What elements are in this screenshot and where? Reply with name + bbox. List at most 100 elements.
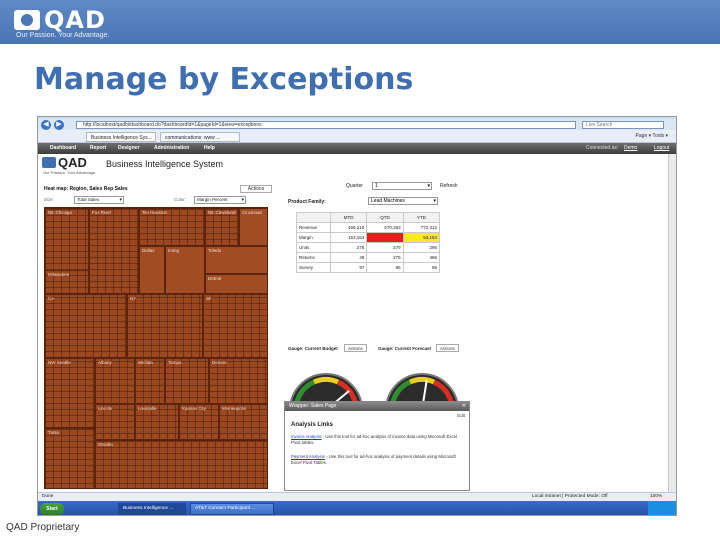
forecast-gauge-actions-button[interactable]: Actions: [436, 344, 459, 352]
slide: QAD Our Passion. Your Advantage. Manage …: [0, 0, 720, 540]
treemap-cell[interactable]: Cincinnati: [239, 208, 267, 246]
treemap-cell[interactable]: Denver: [209, 358, 267, 404]
kpi-grid-header-row: MTD QTD YTD: [296, 212, 441, 223]
address-input[interactable]: http://localhost/qadbi/dashboard.do?dash…: [76, 121, 576, 129]
treemap-cell-label: Cincinnati: [242, 210, 262, 215]
treemap-cell-label: Detroit: [208, 276, 222, 281]
forward-arrow-icon[interactable]: ▶: [54, 120, 64, 130]
back-arrow-icon[interactable]: ◀: [41, 120, 51, 130]
treemap-cell-label: Irving: [168, 248, 180, 253]
treemap-cell-label: Fox River: [92, 210, 112, 215]
menu-dashboard[interactable]: Dashboard: [50, 144, 76, 153]
start-button[interactable]: Start: [40, 503, 64, 515]
logout-link[interactable]: Logout: [654, 144, 669, 153]
treemap-cell[interactable]: Toledo: [205, 246, 267, 274]
invoice-analysis-link[interactable]: Invoice Analysis: [291, 434, 322, 439]
kpi-cell: 296: [402, 242, 441, 253]
treemap-cell[interactable]: CA: [45, 294, 127, 358]
menu-report[interactable]: Report: [90, 144, 106, 153]
search-input[interactable]: Live Search: [582, 121, 664, 129]
table-row: Margin 153,154 53,154: [296, 232, 441, 243]
kpi-exception-cell: [366, 232, 404, 243]
treemap-cell[interactable]: Tampa: [165, 358, 209, 404]
kpi-cell: 670,283: [366, 222, 404, 233]
treemap-cell-label: Wichita: [138, 360, 153, 365]
address-bar-row: ◀ ▶ http://localhost/qadbi/dashboard.do?…: [38, 119, 676, 130]
status-text: Done: [42, 494, 54, 499]
treemap-cell[interactable]: Albany: [95, 358, 135, 404]
color-select[interactable]: Margin Percent: [194, 196, 246, 204]
treemap-cell-label: CA: [48, 296, 55, 301]
payment-analysis-link[interactable]: Payment Analysis: [291, 454, 325, 459]
zoom-level[interactable]: 100%: [650, 494, 662, 499]
treemap-cell-label: Tulsa: [48, 430, 59, 435]
treemap-cell[interactable]: Wichita: [135, 358, 165, 404]
treemap-cell[interactable]: Dallas: [139, 246, 165, 294]
treemap-cell-label: Toledo: [208, 248, 222, 253]
taskbar-business-intelligence[interactable]: Business Intelligence ...: [118, 503, 186, 515]
treemap-cell[interactable]: Milwaukee: [45, 270, 89, 294]
browser-tools-menu[interactable]: Page ▾ Tools ▾: [636, 133, 668, 139]
tab-communications[interactable]: communications: www ...: [160, 132, 240, 142]
treemap-cell[interactable]: SF: [203, 294, 267, 358]
quarter-select[interactable]: 1: [372, 182, 432, 190]
taskbar-att-connect[interactable]: AT&T Connect Participant ...: [190, 503, 274, 515]
popup-edit-link[interactable]: Edit: [457, 413, 465, 418]
kpi-cell: 772,312: [402, 222, 441, 233]
vertical-scrollbar[interactable]: [668, 154, 676, 492]
security-zone-text: Local intranet | Protected Mode: Off: [532, 494, 608, 499]
treemap-cell[interactable]: Detroit: [205, 274, 267, 294]
treemap-cell-label: Tex Houston: [142, 210, 168, 215]
refresh-button[interactable]: Refresh: [440, 183, 458, 189]
analysis-links-heading: Analysis Links: [291, 422, 334, 428]
bi-tagline: Our Passion. Your Advantage.: [43, 170, 97, 175]
treemap-cell[interactable]: Fox River: [89, 208, 139, 294]
treemap-cell[interactable]: Lincoln: [95, 404, 135, 440]
treemap-cell-label: NW Seattle: [48, 360, 71, 365]
treemap-actions-button[interactable]: Actions: [240, 185, 272, 193]
kpi-cell: 276: [329, 242, 368, 253]
sales-page-popup: Wrapper: Sales Page ✕ Edit Analysis Link…: [284, 401, 470, 491]
menu-help[interactable]: Help: [204, 144, 215, 153]
treemap-cell[interactable]: Tulsa: [45, 428, 95, 488]
treemap-cell-label: Minneapolis: [222, 406, 247, 411]
treemap-cell[interactable]: Irving: [165, 246, 205, 294]
product-family-label: Product Family:: [288, 199, 326, 205]
user-link[interactable]: Demo: [624, 144, 637, 153]
menu-administration[interactable]: Administration: [154, 144, 189, 153]
embedded-screenshot: ◀ ▶ http://localhost/qadbi/dashboard.do?…: [37, 116, 677, 516]
table-row: Returns 48 275 486: [296, 252, 441, 263]
treemap-cell[interactable]: NE Cleveland: [205, 208, 239, 246]
qad-logo-text: QAD: [44, 6, 106, 34]
tab-business-intelligence[interactable]: Business Intelligence Sys...: [86, 132, 156, 142]
budget-gauge-header: Gauge: Current Budget: [288, 346, 338, 351]
size-select[interactable]: Total Sales: [74, 196, 124, 204]
treemap-cell[interactable]: NY: [127, 294, 203, 358]
treemap-cell[interactable]: Kansas City: [179, 404, 219, 440]
kpi-grid: MTD QTD YTD Revenue 469,210 670,283 772,…: [296, 212, 441, 273]
qad-banner: QAD Our Passion. Your Advantage.: [0, 0, 720, 44]
treemap-cell-label: Milwaukee: [48, 272, 70, 277]
budget-gauge-actions-button[interactable]: Actions: [344, 344, 367, 352]
close-icon[interactable]: ✕: [462, 402, 466, 411]
connected-as-label: Connected as:: [586, 145, 619, 151]
bi-title: Business Intelligence System: [106, 159, 224, 169]
treemap-cell[interactable]: Louisville: [135, 404, 179, 440]
invoice-analysis-text: Invoice Analysis - Use this tool for ad-…: [291, 434, 463, 445]
treemap-cell[interactable]: Tex Houston: [139, 208, 205, 246]
size-label: Size:: [44, 197, 55, 202]
treemap-cell-label: Tampa: [168, 360, 182, 365]
treemap-cell[interactable]: Minneapolis: [219, 404, 267, 440]
treemap-cell-label: Denver: [212, 360, 227, 365]
payment-analysis-text: Payment Analysis - Use this tool for ad-…: [291, 454, 463, 465]
kpi-cell: 279: [366, 242, 404, 253]
treemap-cell-label: SF: [206, 296, 212, 301]
forecast-gauge-header: Gauge: Current Forecast: [378, 346, 432, 351]
treemap-cell[interactable]: Omaha: [95, 440, 267, 488]
treemap-cell[interactable]: NW Seattle: [45, 358, 95, 428]
kpi-name: Returns: [296, 252, 331, 263]
menu-designer[interactable]: Designer: [118, 144, 139, 153]
system-tray: [648, 501, 676, 515]
product-family-select[interactable]: Lead Machines: [368, 197, 438, 205]
treemap-cell-label: Dallas: [142, 248, 155, 253]
